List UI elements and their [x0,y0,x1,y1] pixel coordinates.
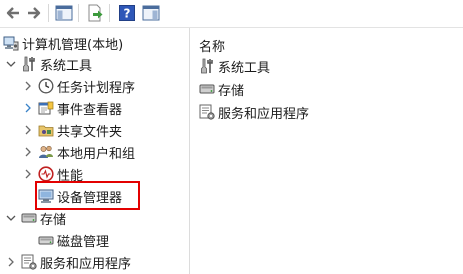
chevron-right-icon[interactable] [22,80,34,92]
chevron-right-icon[interactable] [22,102,34,114]
toolbar-separator [109,4,110,22]
tree-item-storage[interactable]: 存储 [5,207,66,229]
show-hide-console-tree-icon[interactable] [54,3,74,23]
computer-management-icon [3,35,19,51]
tree-item-label: 本地用户和组 [57,146,136,162]
chevron-right-icon[interactable] [22,168,34,180]
storage-icon [199,81,215,97]
chevron-right-icon[interactable] [5,256,17,268]
tree-item-shared-folders[interactable]: 共享文件夹 [22,119,122,141]
back-icon[interactable] [3,3,23,23]
event-viewer-icon [38,100,54,116]
chevron-right-icon[interactable] [22,124,34,136]
help-icon[interactable]: ? [117,3,137,23]
system-tools-icon [21,56,37,72]
tree-item-event-viewer[interactable]: 事件查看器 [22,97,122,119]
toolbar-separator [78,4,79,22]
tree-item-root[interactable]: 计算机管理(本地) [3,32,123,54]
chevron-down-icon[interactable] [5,212,17,224]
list-item-label: 系统工具 [218,60,271,76]
tree-item-system-tools[interactable]: 系统工具 [5,53,92,75]
tree-item-disk-management[interactable]: 磁盘管理 [38,229,109,251]
chevron-right-icon[interactable] [22,146,34,158]
list-item[interactable]: 系统工具 [199,56,270,76]
performance-icon [38,166,54,182]
users-icon [38,144,54,160]
chevron-down-icon[interactable] [5,58,17,70]
tree-item-services-apps[interactable]: 服务和应用程序 [5,251,131,273]
list-item[interactable]: 服务和应用程序 [199,102,309,122]
column-header-name[interactable]: 名称 [199,36,225,55]
system-tools-icon [199,58,215,74]
list-item-label: 存储 [218,83,245,99]
highlight-box [35,181,140,210]
export-list-icon[interactable] [85,3,105,23]
tree-item-label: 计算机管理(本地) [22,37,124,53]
tree-item-label: 服务和应用程序 [40,256,132,272]
tree-item-label: 任务计划程序 [57,80,136,96]
forward-icon[interactable] [24,3,44,23]
clock-icon [38,78,54,94]
tree-item-local-users[interactable]: 本地用户和组 [22,141,135,163]
toolbar: ? [0,0,463,25]
shared-folder-icon [38,122,54,138]
storage-icon [21,210,37,226]
svg-text:?: ? [124,7,131,21]
tree-item-label: 存储 [40,212,67,228]
tree-item-task-scheduler[interactable]: 任务计划程序 [22,75,135,97]
list-item[interactable]: 存储 [199,79,244,99]
services-apps-icon [21,254,37,270]
tree-item-label: 事件查看器 [57,102,123,118]
toolbar-separator [48,4,49,22]
disk-icon [38,232,54,248]
services-apps-icon [199,104,215,120]
tree-item-label: 磁盘管理 [57,234,110,250]
list-item-label: 服务和应用程序 [218,106,310,122]
tree-item-label: 系统工具 [40,58,93,74]
show-hide-action-pane-icon[interactable] [141,3,161,23]
tree-item-label: 共享文件夹 [57,124,123,140]
